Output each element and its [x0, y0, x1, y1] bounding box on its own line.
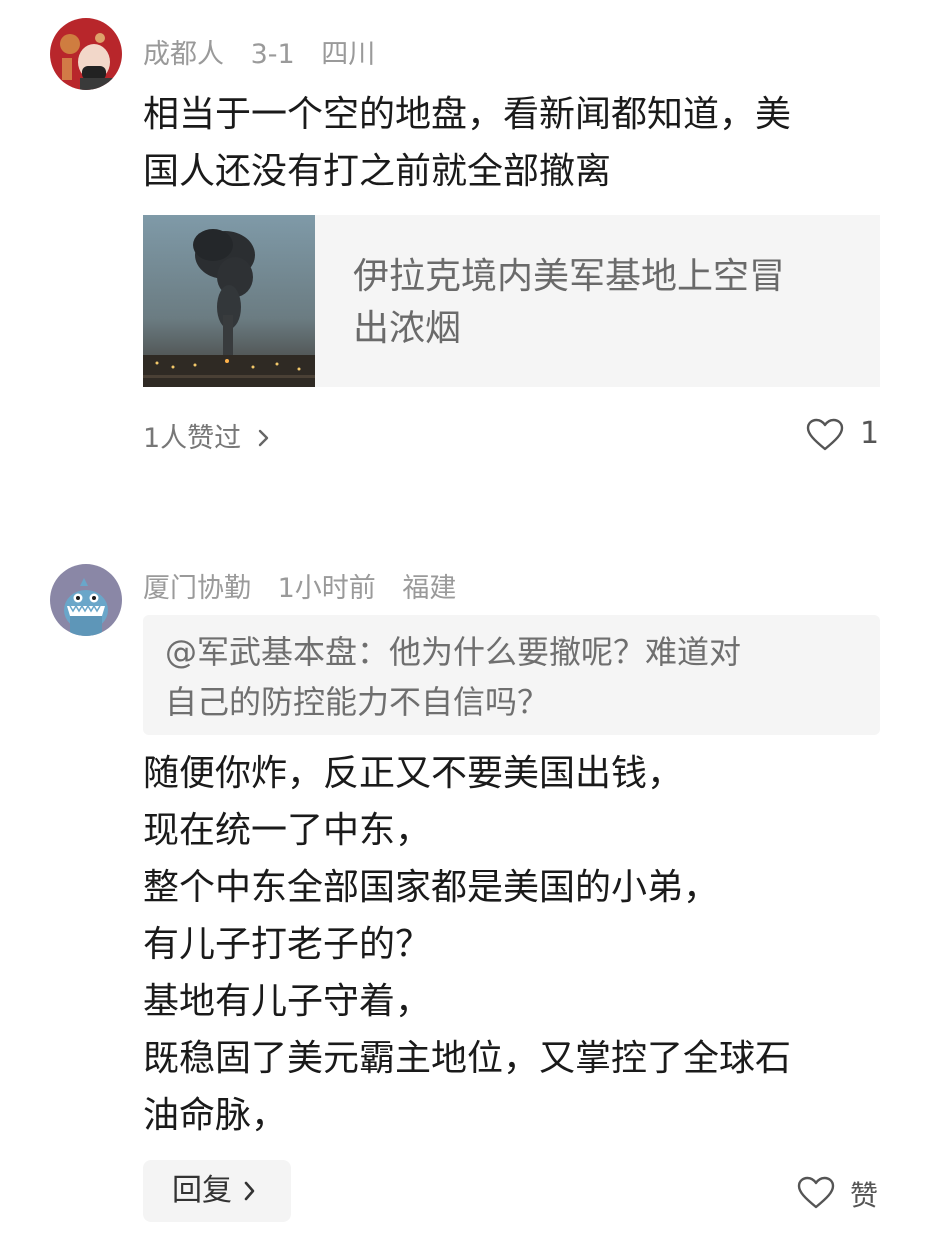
chevron-right-icon — [258, 429, 268, 447]
news-title-line: 出浓烟 — [353, 308, 462, 349]
comment-text-line: 既稳固了美元霸主地位，又掌控了全球石 — [143, 1038, 792, 1079]
quoted-comment-text: @军武基本盘：他为什么要撤呢？难道对 自己的防控能力不自信吗？ — [165, 627, 855, 727]
quoted-text-line: @军武基本盘：他为什么要撤呢？难道对 — [165, 633, 742, 671]
avatar-image — [50, 564, 122, 636]
avatar[interactable] — [50, 564, 122, 636]
heart-icon[interactable] — [806, 418, 844, 452]
avatar[interactable] — [50, 18, 122, 90]
quoted-text-line: 自己的防控能力不自信吗？ — [165, 683, 550, 721]
comment-text-line: 有儿子打老子的？ — [143, 924, 432, 965]
comment-meta: 成都人 3-1 四川 — [143, 32, 393, 71]
comment-1: 成都人 3-1 四川 相当于一个空的地盘，看新闻都知道，美 国人还没有打之前就全… — [0, 0, 930, 520]
comment-text-line: 现在统一了中东， — [143, 810, 432, 851]
like-count: 1 — [860, 416, 880, 451]
comment-date: 3-1 — [250, 39, 295, 70]
comment-text-line: 油命脉， — [143, 1095, 288, 1136]
comment-2: 厦门协勤 1小时前 福建 @军武基本盘：他为什么要撤呢？难道对 自己的防控能力不… — [0, 540, 930, 1253]
comment-meta: 厦门协勤 1小时前 福建 — [143, 566, 474, 605]
quoted-comment[interactable]: @军武基本盘：他为什么要撤呢？难道对 自己的防控能力不自信吗？ — [143, 615, 880, 735]
liked-by-link[interactable]: 1人赞过 — [143, 416, 272, 455]
heart-icon[interactable] — [797, 1176, 835, 1210]
liked-by-text: 1人赞过 — [143, 423, 242, 454]
comment-location: 四川 — [321, 39, 376, 70]
comment-text-line: 整个中东全部国家都是美国的小弟， — [143, 867, 720, 908]
comment-location: 福建 — [402, 573, 457, 604]
news-title: 伊拉克境内美军基地上空冒 出浓烟 — [353, 251, 853, 355]
username[interactable]: 成都人 — [143, 39, 224, 70]
reply-label: 回复 — [172, 1173, 232, 1208]
news-thumbnail — [143, 215, 315, 387]
reply-button[interactable]: 回复 — [143, 1160, 291, 1222]
comment-text-line: 随便你炸，反正又不要美国出钱， — [143, 753, 684, 794]
news-link-card[interactable]: 伊拉克境内美军基地上空冒 出浓烟 — [143, 215, 880, 387]
avatar-image — [50, 18, 122, 90]
comment-text-line: 国人还没有打之前就全部撤离 — [143, 151, 612, 192]
comment-text: 相当于一个空的地盘，看新闻都知道，美 国人还没有打之前就全部撤离 — [143, 86, 888, 200]
like-label[interactable]: 赞 — [850, 1174, 878, 1214]
comment-text-line: 相当于一个空的地盘，看新闻都知道，美 — [143, 94, 792, 135]
comment-text: 随便你炸，反正又不要美国出钱， 现在统一了中东， 整个中东全部国家都是美国的小弟… — [143, 745, 888, 1144]
news-title-line: 伊拉克境内美军基地上空冒 — [353, 256, 786, 297]
comment-text-line: 基地有儿子守着， — [143, 981, 432, 1022]
comment-date: 1小时前 — [277, 573, 376, 604]
chevron-right-icon — [244, 1181, 255, 1201]
username[interactable]: 厦门协勤 — [143, 573, 251, 604]
